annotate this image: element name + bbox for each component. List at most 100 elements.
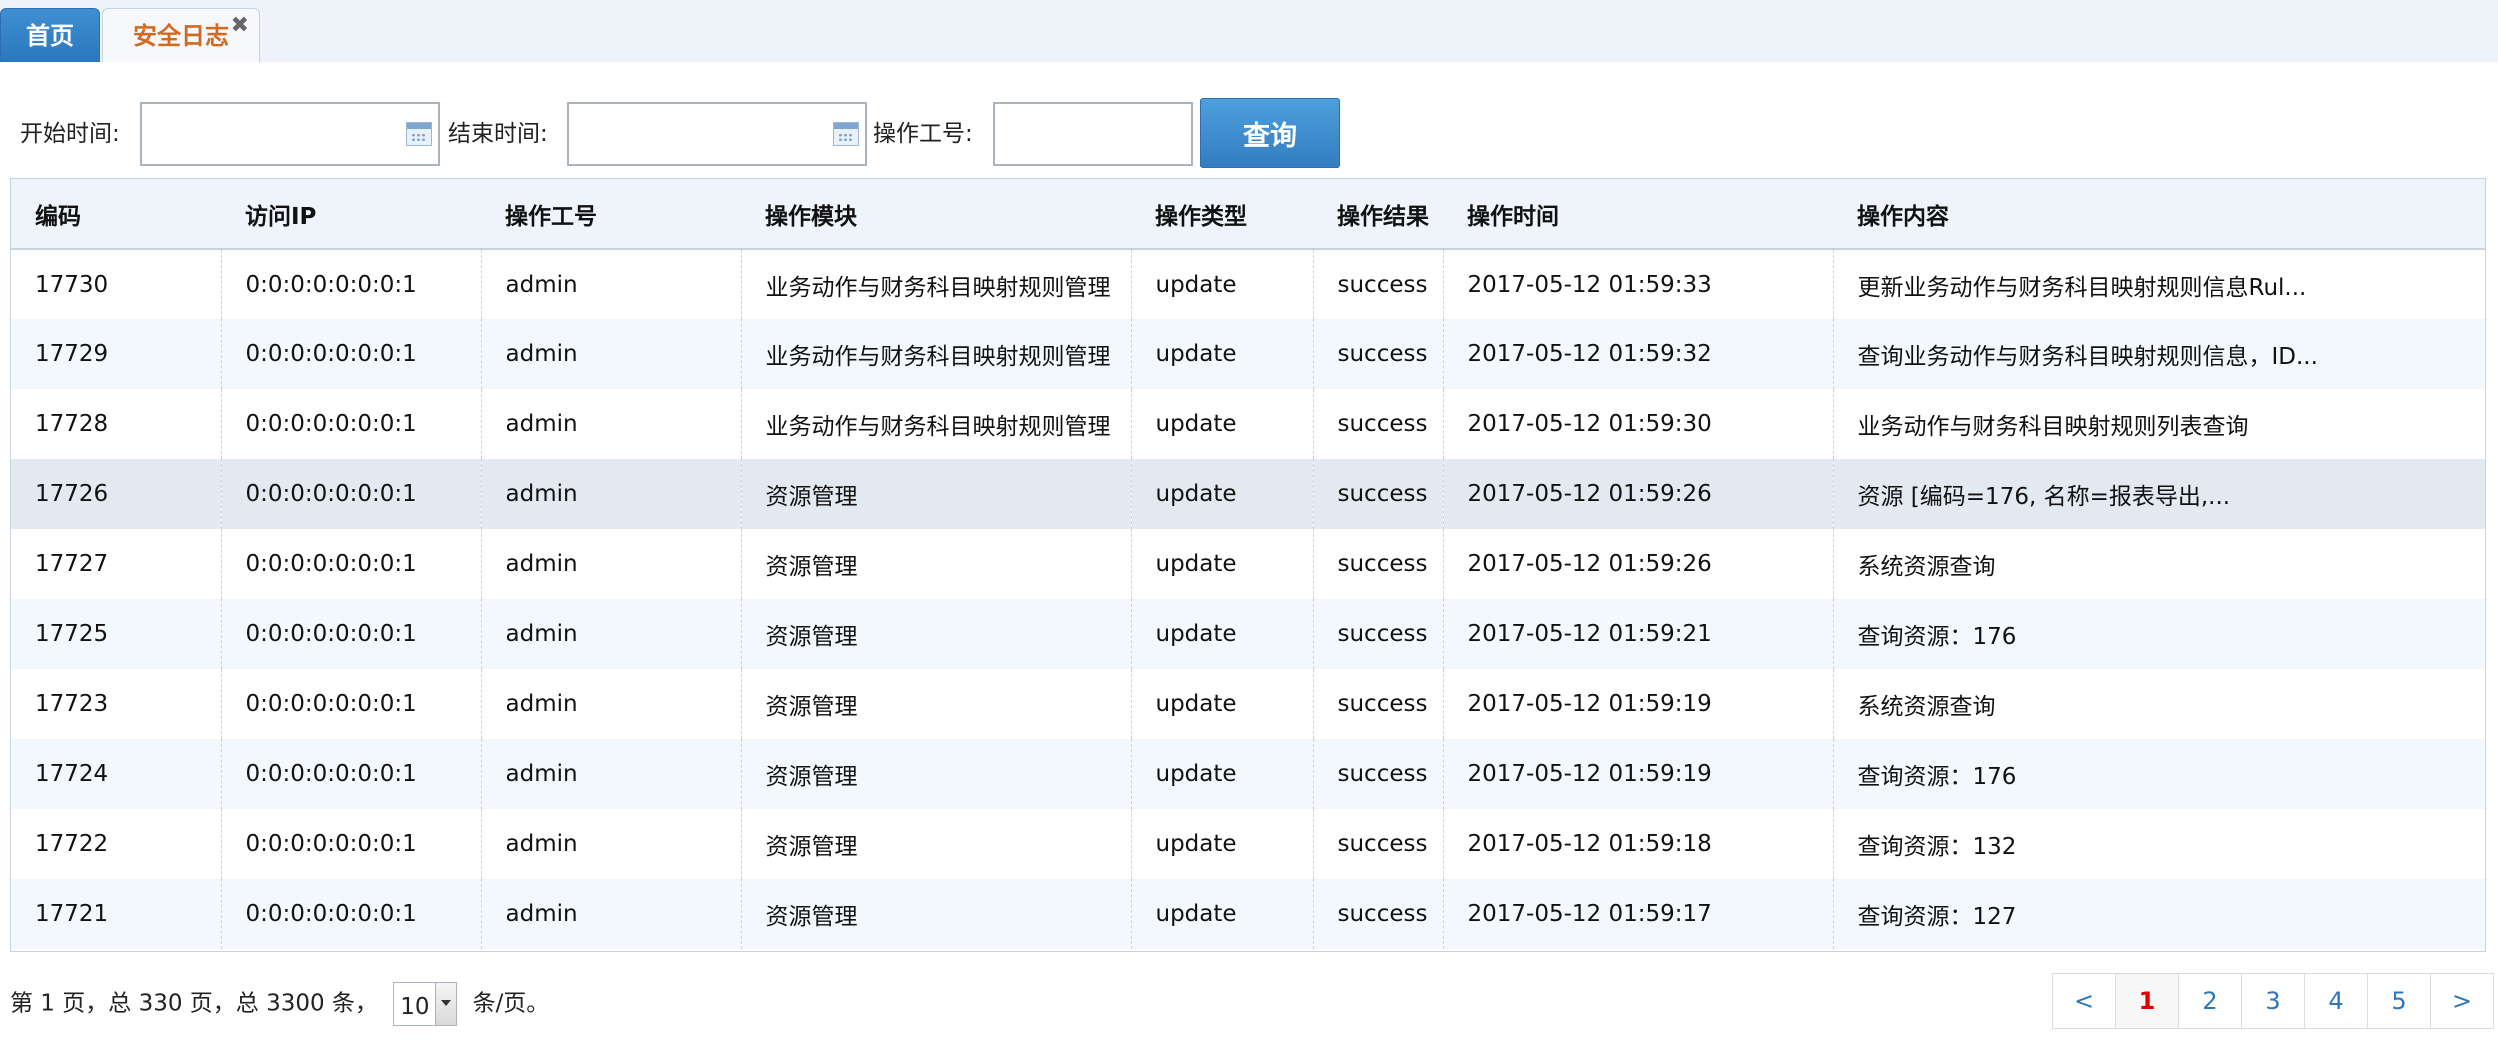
cell-content: 资源 [编码=176, 名称=报表导出,... — [1832, 459, 2485, 529]
tab-home-label: 首页 — [26, 22, 74, 50]
page-button[interactable]: 4 — [2304, 974, 2367, 1028]
cell-content: 查询资源：132 — [1832, 809, 2485, 879]
column-header[interactable]: 操作内容 — [1833, 179, 2485, 250]
cell-result: success — [1312, 599, 1443, 669]
start-time-field[interactable] — [140, 102, 440, 166]
page-button[interactable]: 3 — [2241, 974, 2304, 1028]
cell-type: update — [1130, 669, 1313, 739]
cell-content: 查询资源：176 — [1832, 739, 2485, 809]
pager-summary: 第 1 页，总 330 页，总 3300 条， — [10, 990, 378, 1017]
cell-content: 系统资源查询 — [1832, 529, 2485, 599]
operator-id-field[interactable] — [993, 102, 1193, 166]
start-time-input[interactable] — [142, 104, 438, 164]
cell-module: 资源管理 — [740, 739, 1131, 809]
cell-result: success — [1312, 879, 1443, 949]
end-time-input[interactable] — [569, 104, 865, 164]
cell-id: 17725 — [35, 621, 109, 647]
next-page-button[interactable]: > — [2430, 974, 2493, 1028]
cell-id: 17726 — [35, 481, 109, 507]
cell-operator: admin — [480, 879, 741, 949]
column-header[interactable]: 操作类型 — [1131, 179, 1313, 250]
column-header[interactable]: 操作时间 — [1443, 179, 1833, 250]
cell-id: 17723 — [35, 691, 109, 717]
cell-ip: 0:0:0:0:0:0:0:1 — [220, 809, 481, 879]
cell-content: 查询业务动作与财务科目映射规则信息，ID... — [1832, 319, 2485, 389]
cell-result: success — [1312, 739, 1443, 809]
cell-result: success — [1312, 389, 1443, 459]
cell-content: 系统资源查询 — [1832, 669, 2485, 739]
end-time-label: 结束时间: — [448, 121, 548, 147]
cell-content: 业务动作与财务科目映射规则列表查询 — [1832, 389, 2485, 459]
column-header[interactable]: 操作工号 — [481, 179, 741, 250]
table-row[interactable]: 17722 0:0:0:0:0:0:0:1 admin 资源管理 update succe… — [11, 809, 2485, 879]
table-row[interactable]: 17727 0:0:0:0:0:0:0:1 admin 资源管理 update succe… — [11, 529, 2485, 599]
cell-content: 更新业务动作与财务科目映射规则信息Rul... — [1832, 249, 2485, 319]
tab-security-log-label: 安全日志 — [133, 22, 229, 50]
query-button[interactable]: 查询 — [1200, 98, 1340, 168]
column-header[interactable]: 访问IP — [221, 179, 481, 250]
pagination: < 1 2 3 4 5 > — [2052, 973, 2494, 1029]
prev-page-button[interactable]: < — [2053, 974, 2115, 1028]
end-time-field[interactable] — [567, 102, 867, 166]
cell-result: success — [1312, 459, 1443, 529]
cell-type: update — [1130, 319, 1313, 389]
cell-type: update — [1130, 529, 1313, 599]
table-row[interactable]: 17724 0:0:0:0:0:0:0:1 admin 资源管理 update succe… — [11, 739, 2485, 809]
cell-id: 17724 — [35, 761, 109, 787]
table-row[interactable]: 17725 0:0:0:0:0:0:0:1 admin 资源管理 update succe… — [11, 599, 2485, 669]
cell-operator: admin — [480, 739, 741, 809]
cell-time: 2017-05-12 01:59:19 — [1442, 739, 1833, 809]
cell-time: 2017-05-12 01:59:30 — [1442, 389, 1833, 459]
cell-operator: admin — [480, 459, 741, 529]
cell-module: 业务动作与财务科目映射规则管理 — [740, 319, 1131, 389]
cell-ip: 0:0:0:0:0:0:0:1 — [220, 669, 481, 739]
calendar-icon[interactable] — [833, 122, 859, 146]
tab-security-log[interactable]: 安全日志 ✖ — [102, 8, 260, 62]
cell-result: success — [1312, 249, 1443, 319]
cell-id: 17729 — [35, 341, 109, 367]
log-table: 编码 访问IP 操作工号 操作模块 操作类型 操作结果 操作时间 操作内容 17… — [10, 178, 2486, 952]
table-row[interactable]: 17729 0:0:0:0:0:0:0:1 admin 业务动作与财务科目映射规则管理… — [11, 319, 2485, 389]
cell-content: 查询资源：127 — [1832, 879, 2485, 949]
cell-time: 2017-05-12 01:59:17 — [1442, 879, 1833, 949]
cell-result: success — [1312, 529, 1443, 599]
table-row[interactable]: 17726 0:0:0:0:0:0:0:1 admin 资源管理 update succe… — [11, 459, 2485, 529]
cell-operator: admin — [480, 809, 741, 879]
cell-type: update — [1130, 739, 1313, 809]
cell-time: 2017-05-12 01:59:19 — [1442, 669, 1833, 739]
cell-module: 资源管理 — [740, 599, 1131, 669]
cell-result: success — [1312, 669, 1443, 739]
cell-module: 业务动作与财务科目映射规则管理 — [740, 249, 1131, 319]
page-size-value: 10 — [400, 994, 430, 1020]
table-row[interactable]: 17723 0:0:0:0:0:0:0:1 admin 资源管理 update succe… — [11, 669, 2485, 739]
page-button[interactable]: 5 — [2367, 974, 2430, 1028]
cell-result: success — [1312, 319, 1443, 389]
cell-time: 2017-05-12 01:59:32 — [1442, 319, 1833, 389]
column-header[interactable]: 操作结果 — [1313, 179, 1443, 250]
table-row[interactable]: 17728 0:0:0:0:0:0:0:1 admin 业务动作与财务科目映射规则管理… — [11, 389, 2485, 459]
cell-content: 查询资源：176 — [1832, 599, 2485, 669]
column-header[interactable]: 编码 — [11, 179, 221, 250]
cell-type: update — [1130, 389, 1313, 459]
operator-id-input[interactable] — [995, 104, 1191, 164]
table-row[interactable]: 17730 0:0:0:0:0:0:0:1 admin 业务动作与财务科目映射规则管理… — [11, 249, 2485, 319]
table-row[interactable]: 17721 0:0:0:0:0:0:0:1 admin 资源管理 update succe… — [11, 879, 2485, 949]
cell-time: 2017-05-12 01:59:18 — [1442, 809, 1833, 879]
tab-home[interactable]: 首页 — [0, 8, 100, 62]
cell-ip: 0:0:0:0:0:0:0:1 — [220, 739, 481, 809]
chevron-down-icon[interactable] — [435, 983, 457, 1025]
page-button[interactable]: 2 — [2178, 974, 2241, 1028]
page-size-suffix: 条/页。 — [472, 990, 550, 1017]
cell-type: update — [1130, 459, 1313, 529]
page-size-select[interactable]: 10 — [393, 982, 458, 1026]
column-header[interactable]: 操作模块 — [741, 179, 1131, 250]
cell-result: success — [1312, 809, 1443, 879]
cell-id: 17727 — [35, 551, 109, 577]
cell-operator: admin — [480, 249, 741, 319]
cell-type: update — [1130, 879, 1313, 949]
close-icon[interactable]: ✖ — [231, 0, 249, 53]
cell-ip: 0:0:0:0:0:0:0:1 — [220, 459, 481, 529]
cell-ip: 0:0:0:0:0:0:0:1 — [220, 319, 481, 389]
page-button[interactable]: 1 — [2115, 974, 2178, 1028]
calendar-icon[interactable] — [406, 122, 432, 146]
